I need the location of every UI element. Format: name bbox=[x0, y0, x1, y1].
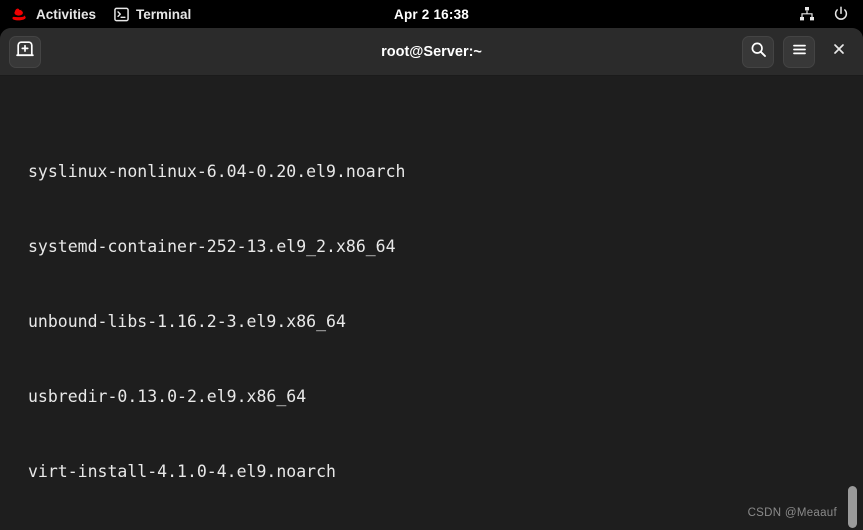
package-line: usbredir-0.13.0-2.el9.x86_64 bbox=[28, 387, 307, 406]
close-icon bbox=[832, 42, 846, 61]
window-header-bar: root@Server:~ bbox=[0, 28, 863, 76]
scrollbar-thumb[interactable] bbox=[848, 486, 857, 528]
system-status-area[interactable] bbox=[799, 0, 863, 28]
window-title: root@Server:~ bbox=[381, 43, 482, 60]
redhat-logo-icon bbox=[9, 6, 29, 22]
window-controls bbox=[742, 35, 854, 68]
gnome-top-bar: Activities Terminal Apr 2 16:38 bbox=[0, 0, 863, 28]
terminal-output-area[interactable]: syslinux-nonlinux-6.04-0.20.el9.noarch s… bbox=[0, 76, 863, 530]
terminal-scrollbar[interactable] bbox=[845, 76, 861, 530]
search-icon bbox=[750, 41, 767, 63]
hamburger-menu-button[interactable] bbox=[783, 35, 815, 68]
terminal-icon bbox=[114, 7, 129, 22]
power-icon[interactable] bbox=[833, 6, 849, 22]
terminal-window: root@Server:~ syslinux-nonlinux-6.04-0.2… bbox=[0, 28, 863, 530]
screen: Activities Terminal Apr 2 16:38 root@Ser… bbox=[0, 0, 863, 530]
package-line: unbound-libs-1.16.2-3.el9.x86_64 bbox=[28, 312, 346, 331]
top-bar-left-group: Activities Terminal bbox=[0, 0, 200, 28]
package-line: virt-install-4.1.0-4.el9.noarch bbox=[28, 462, 336, 481]
package-line: syslinux-nonlinux-6.04-0.20.el9.noarch bbox=[28, 162, 406, 181]
hamburger-menu-icon bbox=[791, 41, 808, 63]
search-button[interactable] bbox=[742, 35, 774, 68]
app-menu-label: Terminal bbox=[136, 6, 192, 22]
network-icon[interactable] bbox=[799, 6, 815, 22]
clock[interactable]: Apr 2 16:38 bbox=[394, 7, 469, 22]
close-window-button[interactable] bbox=[824, 37, 854, 67]
new-tab-icon bbox=[16, 40, 34, 63]
app-menu-terminal[interactable]: Terminal bbox=[105, 0, 200, 28]
watermark: CSDN @Meaauf bbox=[747, 507, 837, 519]
activities-label: Activities bbox=[36, 6, 97, 22]
new-terminal-tab-button[interactable] bbox=[9, 35, 41, 68]
activities-button[interactable]: Activities bbox=[0, 0, 105, 28]
package-line: systemd-container-252-13.el9_2.x86_64 bbox=[28, 237, 396, 256]
